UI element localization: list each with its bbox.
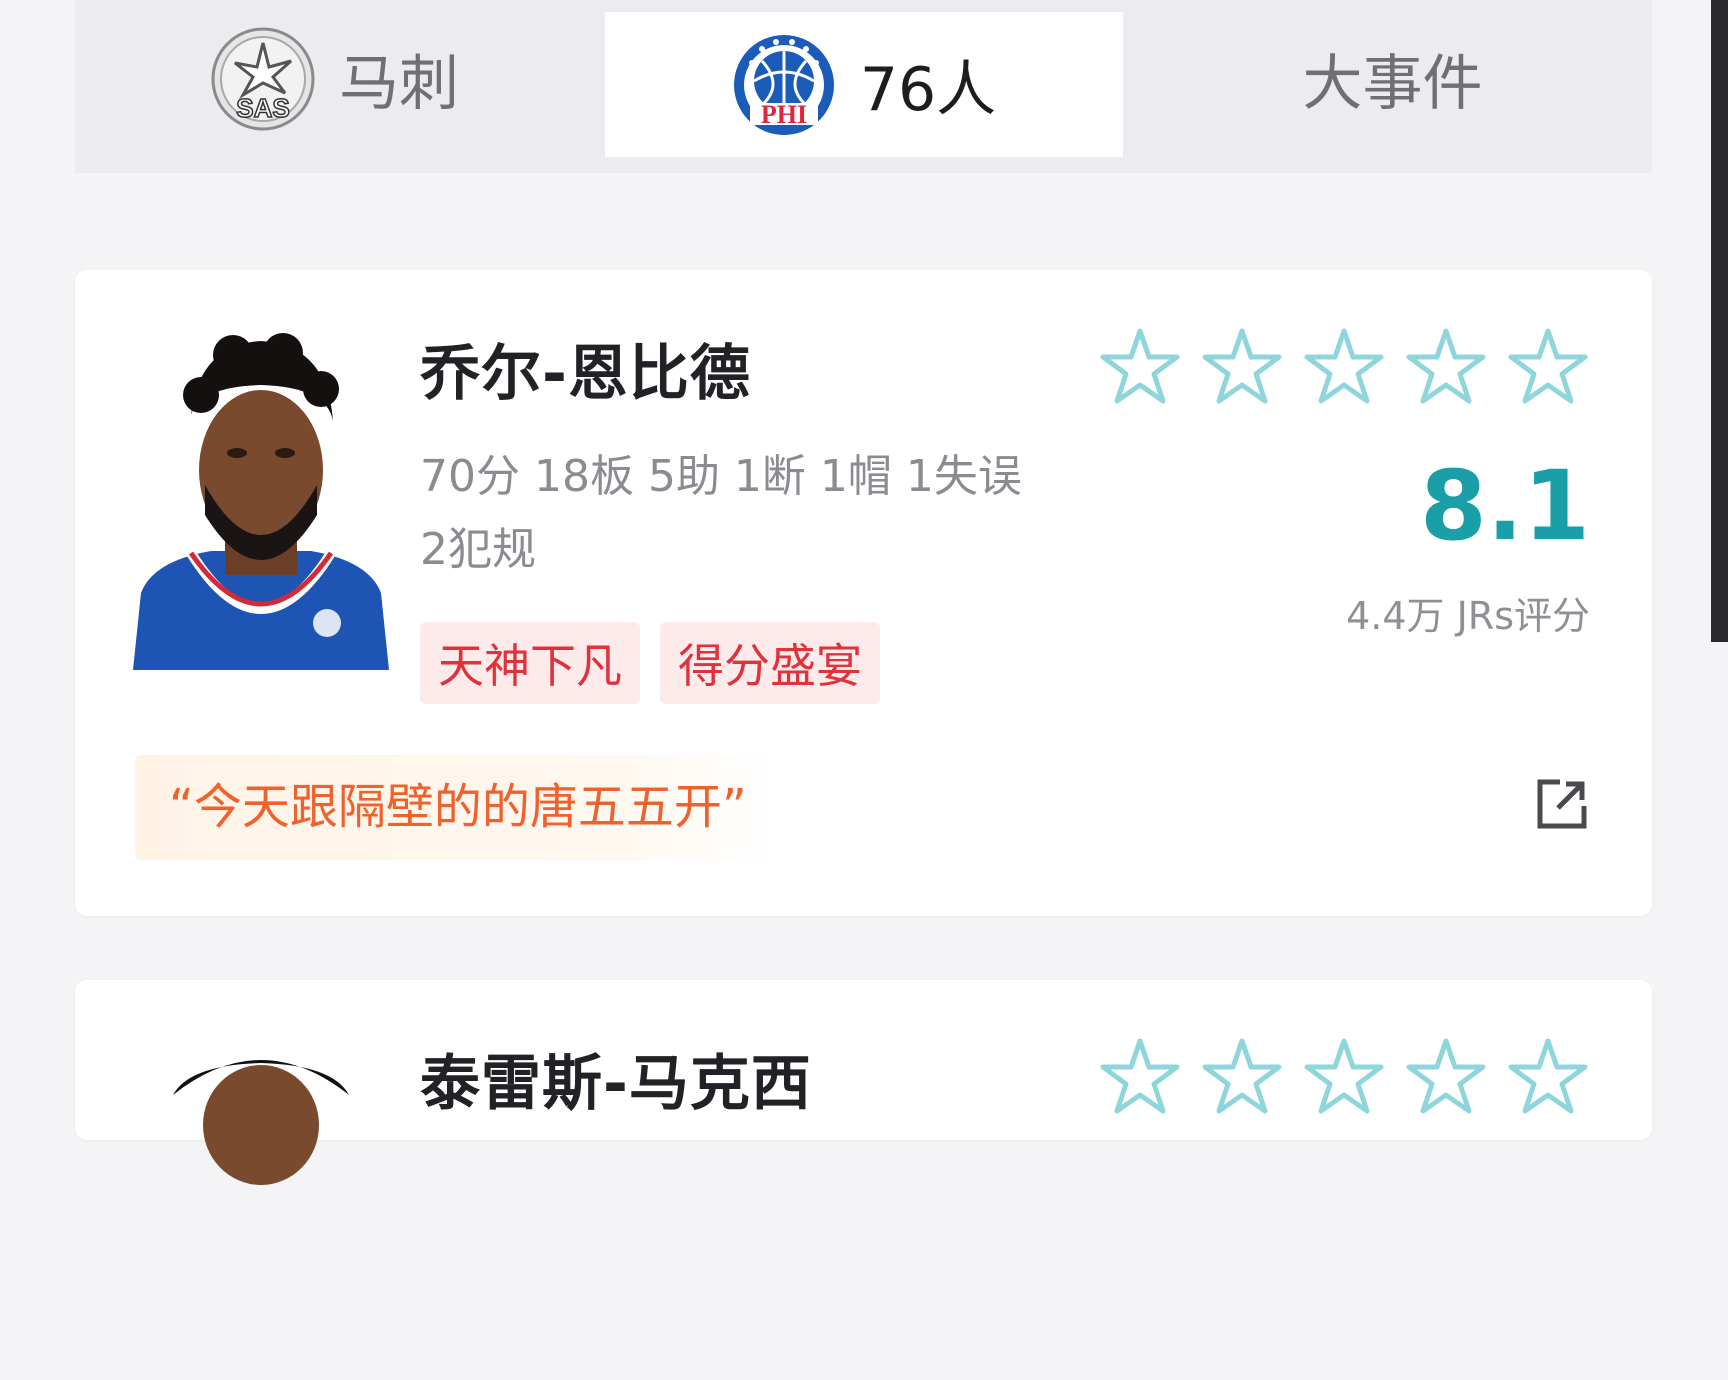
sixers-logo-icon: PHI <box>733 34 834 135</box>
star-outline-icon[interactable] <box>1098 1035 1182 1119</box>
svg-text:PHI: PHI <box>761 100 807 129</box>
tab-spurs-label: 马刺 <box>339 49 459 119</box>
tab-sixers[interactable]: PHI 76人 <box>605 12 1123 157</box>
star-outline-icon[interactable] <box>1506 325 1590 409</box>
svg-text:SAS: SAS <box>236 93 289 123</box>
star-outline-icon[interactable] <box>1302 1035 1386 1119</box>
player-tags: 天神下凡 得分盛宴 <box>420 622 880 704</box>
rating-score: 8.1 <box>1419 450 1590 562</box>
star-outline-icon[interactable] <box>1200 1035 1284 1119</box>
tab-sixers-label: 76人 <box>859 55 997 125</box>
team-tab-bar: SAS 马刺 PHI 76人 大事件 <box>75 0 1652 173</box>
star-outline-icon[interactable] <box>1200 325 1284 409</box>
player-stat-line: 70分 18板 5助 1断 1帽 1失误 2犯规 <box>420 451 1022 575</box>
player-name[interactable]: 泰雷斯-马克西 <box>420 1035 812 1122</box>
star-outline-icon[interactable] <box>1302 325 1386 409</box>
rating-stars[interactable] <box>1098 325 1590 409</box>
player-tag: 天神下凡 <box>420 622 640 704</box>
star-outline-icon[interactable] <box>1506 1035 1590 1119</box>
rating-stars[interactable] <box>1098 1035 1590 1119</box>
star-outline-icon[interactable] <box>1404 325 1488 409</box>
share-icon[interactable] <box>1534 776 1590 832</box>
player-photo <box>133 325 389 670</box>
spurs-logo-icon: SAS <box>211 27 315 130</box>
player-name[interactable]: 乔尔-恩比德 <box>420 325 751 412</box>
player-card[interactable]: 乔尔-恩比德 70分 18板 5助 1断 1帽 1失误 2犯规 天神下凡 得分盛… <box>75 270 1652 916</box>
tab-spurs[interactable]: SAS 马刺 <box>75 0 595 157</box>
player-card[interactable]: 泰雷斯-马克西 <box>75 980 1652 1185</box>
rating-vote-count: 4.4万 JRs评分 <box>1346 594 1590 638</box>
top-comment-quote[interactable]: “今天跟隔壁的的唐五五开” <box>135 755 775 860</box>
star-outline-icon[interactable] <box>1098 325 1182 409</box>
tab-events-label: 大事件 <box>1302 49 1483 119</box>
scrollbar[interactable] <box>1711 0 1728 642</box>
star-outline-icon[interactable] <box>1404 1035 1488 1119</box>
player-photo <box>173 1060 349 1185</box>
tab-events[interactable]: 大事件 <box>1133 0 1652 157</box>
player-tag: 得分盛宴 <box>660 622 880 704</box>
